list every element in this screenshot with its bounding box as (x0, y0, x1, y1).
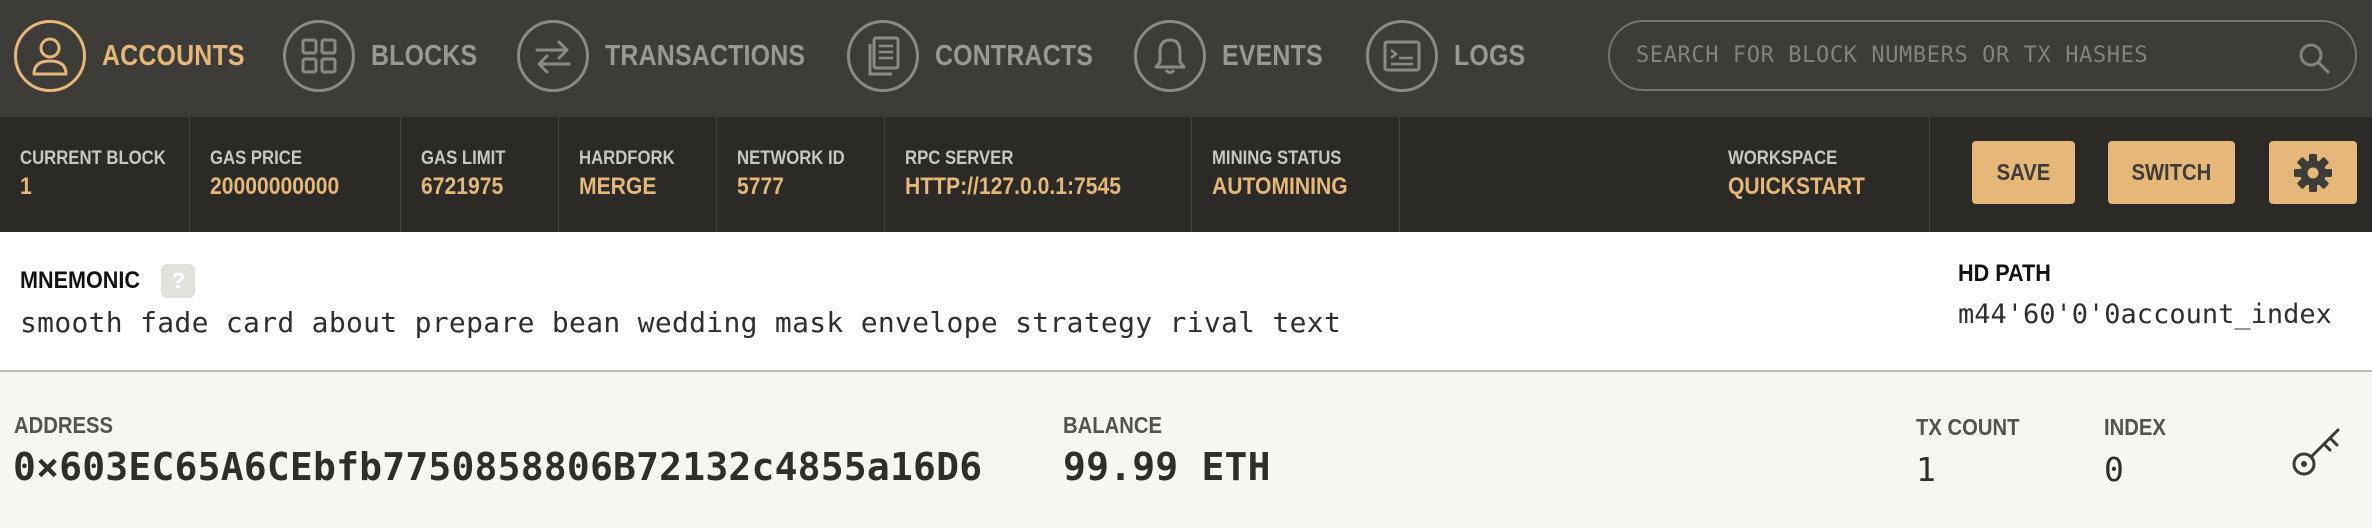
blocks-icon (283, 20, 355, 92)
mnemonic-title: MNEMONIC (20, 267, 140, 294)
current-block-value: 1 (20, 173, 32, 200)
stat-rpc-server: RPC SERVER HTTP://127.0.0.1:7545 (885, 117, 1192, 232)
bell-icon (1134, 20, 1206, 92)
rpc-server-label: RPC SERVER (905, 148, 1014, 169)
hardfork-value: MERGE (579, 173, 657, 200)
mnemonic-panel: MNEMONIC ? smooth fade card about prepar… (0, 232, 2372, 372)
gas-limit-value: 6721975 (421, 173, 504, 200)
search-input[interactable] (1636, 43, 2276, 68)
address-label: ADDRESS (14, 412, 113, 438)
hardfork-label: HARDFORK (579, 148, 675, 169)
workspace-label: WORKSPACE (1728, 148, 1838, 169)
nav-contracts[interactable]: CONTRACTS (847, 18, 1119, 94)
search-bar (1608, 20, 2357, 91)
top-navigation: ACCOUNTS BLOCKS TRANSACTIONS CONTRACTS E… (0, 0, 2372, 117)
stat-network-id: NETWORK ID 5777 (717, 117, 885, 232)
balance-value: 99.99 ETH (1063, 445, 1271, 489)
search-icon[interactable] (2297, 41, 2331, 75)
logs-icon (1366, 20, 1438, 92)
index-value: 0 (2104, 450, 2124, 489)
stat-hardfork: HARDFORK MERGE (559, 117, 717, 232)
nav-blocks[interactable]: BLOCKS (283, 18, 495, 94)
mining-status-label: MINING STATUS (1212, 148, 1342, 169)
mnemonic-words: smooth fade card about prepare bean wedd… (20, 306, 1342, 339)
nav-logs[interactable]: LOGS (1366, 18, 1537, 94)
nav-transactions[interactable]: TRANSACTIONS (517, 18, 838, 94)
rpc-server-value: HTTP://127.0.0.1:7545 (905, 173, 1122, 200)
hd-path-value: m44'60'0'0account_index (1958, 299, 2332, 330)
tx-count-label: TX COUNT (1916, 414, 2020, 440)
transactions-icon (517, 20, 589, 92)
stat-gas-limit: GAS LIMIT 6721975 (401, 117, 559, 232)
key-icon[interactable] (2290, 424, 2344, 478)
mining-status-value: AUTOMINING (1212, 173, 1348, 200)
network-id-value: 5777 (737, 173, 784, 200)
workspace-value: QUICKSTART (1728, 173, 1865, 200)
nav-transactions-label: TRANSACTIONS (605, 39, 806, 72)
nav-events[interactable]: EVENTS (1134, 18, 1339, 94)
gas-price-value: 20000000000 (210, 173, 340, 200)
switch-button[interactable]: SWITCH (2108, 141, 2235, 204)
save-button[interactable]: SAVE (1972, 141, 2075, 204)
nav-contracts-label: CONTRACTS (935, 39, 1094, 72)
stat-current-block: CURRENT BLOCK 1 (0, 117, 190, 232)
nav-events-label: EVENTS (1222, 39, 1323, 72)
stat-mining-status: MINING STATUS AUTOMINING (1192, 117, 1400, 232)
network-id-label: NETWORK ID (737, 148, 845, 169)
stat-workspace: WORKSPACE QUICKSTART (1708, 117, 1930, 232)
help-icon[interactable]: ? (161, 264, 196, 298)
account-row[interactable]: ADDRESS 0×603EC65A6CEbfb7750858806B72132… (0, 374, 2372, 528)
nav-accounts[interactable]: ACCOUNTS (14, 18, 268, 94)
stat-gas-price: GAS PRICE 20000000000 (190, 117, 401, 232)
balance-label: BALANCE (1063, 412, 1162, 438)
address-value: 0×603EC65A6CEbfb7750858806B72132c4855a16… (13, 445, 983, 489)
nav-accounts-label: ACCOUNTS (102, 39, 245, 72)
switch-button-label: SWITCH (2131, 159, 2212, 185)
settings-button[interactable] (2269, 141, 2357, 204)
nav-logs-label: LOGS (1454, 39, 1526, 72)
account-icon (14, 20, 86, 92)
current-block-label: CURRENT BLOCK (20, 148, 166, 169)
nav-blocks-label: BLOCKS (371, 39, 478, 72)
mnemonic-header: MNEMONIC ? (20, 264, 196, 298)
index-label: INDEX (2104, 414, 2166, 440)
save-button-label: SAVE (1996, 159, 2051, 185)
hd-path-title: HD PATH (1958, 260, 2051, 287)
gas-price-label: GAS PRICE (210, 148, 302, 169)
contracts-icon (847, 20, 919, 92)
gas-limit-label: GAS LIMIT (421, 148, 506, 169)
tx-count-value: 1 (1916, 450, 1936, 489)
gear-icon (2294, 153, 2332, 192)
